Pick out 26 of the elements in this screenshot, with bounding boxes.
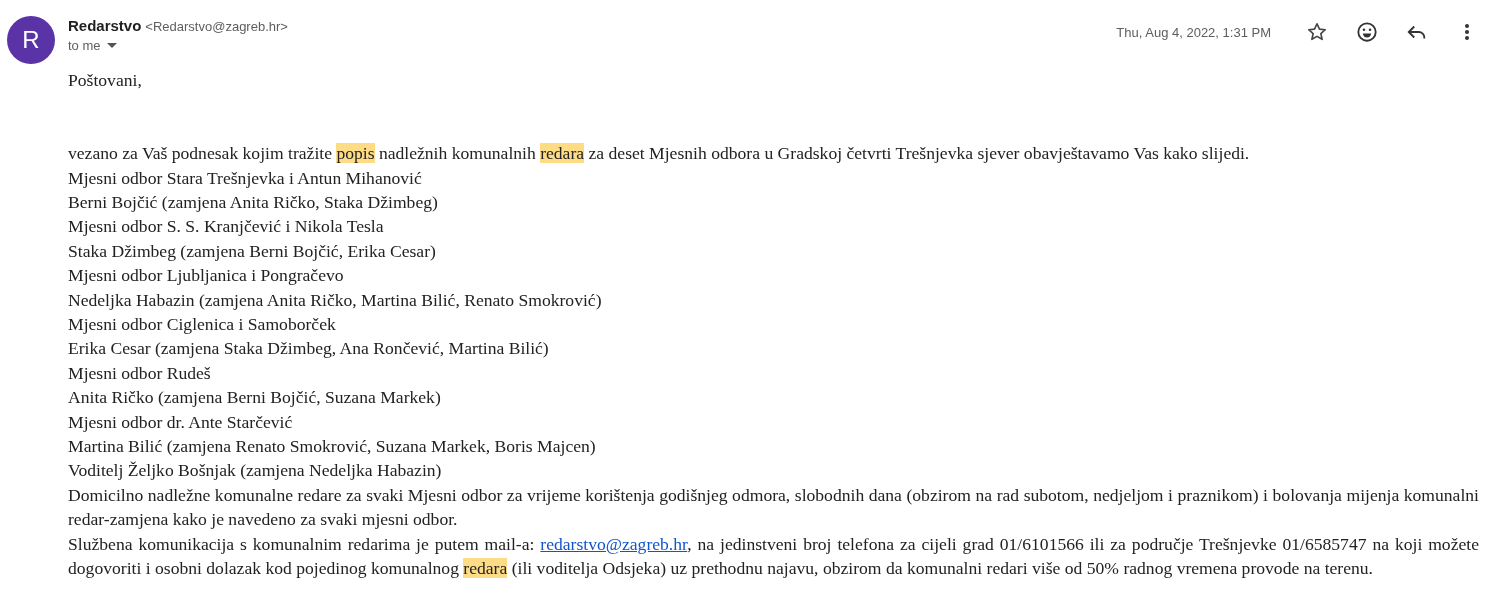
body-text: Voditelj Željko Bošnjak (zamjena Nedeljka Habazin) [68, 459, 443, 483]
body-text: Domicilno nadležne komunalne redare za svaki Mjesni odbor za vrijeme korištenja godišnjeg odmora, slobodnih dana (obzirom na rad subotom, nedjeljom i praznikom) i bolovanja mijenja komunalni redar-zamjena kako je navedeno za svaki mjesni odbor. [68, 483, 1479, 532]
sender-name: Redarstvo [68, 17, 142, 34]
date: Thu, Aug 4, 2022, 1:31 PM [1116, 24, 1271, 40]
body-text: Mjesni odbor dr. Ante Starčević [68, 410, 294, 434]
avatar: R [7, 16, 55, 64]
more-icon [1464, 23, 1470, 41]
body-text: Martina Bilić (zamjena Renato Smokrović, Suzana Markek, Boris Majcen) [68, 435, 597, 459]
recipient-dropdown[interactable]: to me [68, 38, 117, 53]
body-text: Erika Cesar (zamjena Staka Džimbeg, Ana Rončević, Martina Bilić) [68, 337, 550, 361]
body-text: Anita Ričko (zamjena Berni Bojčić, Suzana Markek) [68, 386, 442, 410]
sender-email: <Redarstvo@zagreb.hr> [145, 19, 288, 34]
body-text: Mjesni odbor Ljubljanica i Pongračevo [68, 264, 345, 288]
body-text: vezano za Vaš podnesak kojim tražite popis nadležnih komunalnih redara za deset Mjesnih odbora u Gradskoj četvrti Trešnjevka sjever obavještavamo Vas kako slijedi. [68, 142, 1251, 166]
body-text: Mjesni odbor Rudeš [68, 361, 212, 385]
email-link[interactable]: redarstvo@zagreb.hr [540, 533, 688, 554]
greeting: Poštovani, [68, 69, 143, 92]
body-text: Berni Bojčić (zamjena Anita Ričko, Staka Džimbeg) [68, 191, 439, 214]
body-text: Nedeljka Habazin (zamjena Anita Ričko, Martina Bilić, Renato Smokrović) [68, 288, 603, 312]
body-text: Staka Džimbeg (zamjena Berni Bojčić, Erika Cesar) [68, 239, 437, 263]
body-text: Mjesni odbor S. S. Kranjčević i Nikola Tesla [68, 215, 385, 239]
smiley-icon [1356, 21, 1378, 43]
caret-icon [106, 42, 117, 49]
body-text: Mjesni odbor Stara Trešnjevka i Antun Mihanović [68, 166, 423, 190]
body-text: Mjesni odbor Ciglenica i Samoborček [68, 313, 337, 337]
body-text: Službena komunikacija s komunalnim redarima je putem mail-a: redarstvo@zagreb.hr, na jedinstveni broj telefona za cijeli grad 01/6101566 ili za područje Trešnjevke 01/6585747 na koji možete dogovoriti i osobni dolazak kod pojedinog komunalnog redara (ili voditelja Odsjeka) uz prethodnu najavu, obzirom da komunalni redari više od 50% radnog vremena provode na terenu. [68, 532, 1479, 581]
